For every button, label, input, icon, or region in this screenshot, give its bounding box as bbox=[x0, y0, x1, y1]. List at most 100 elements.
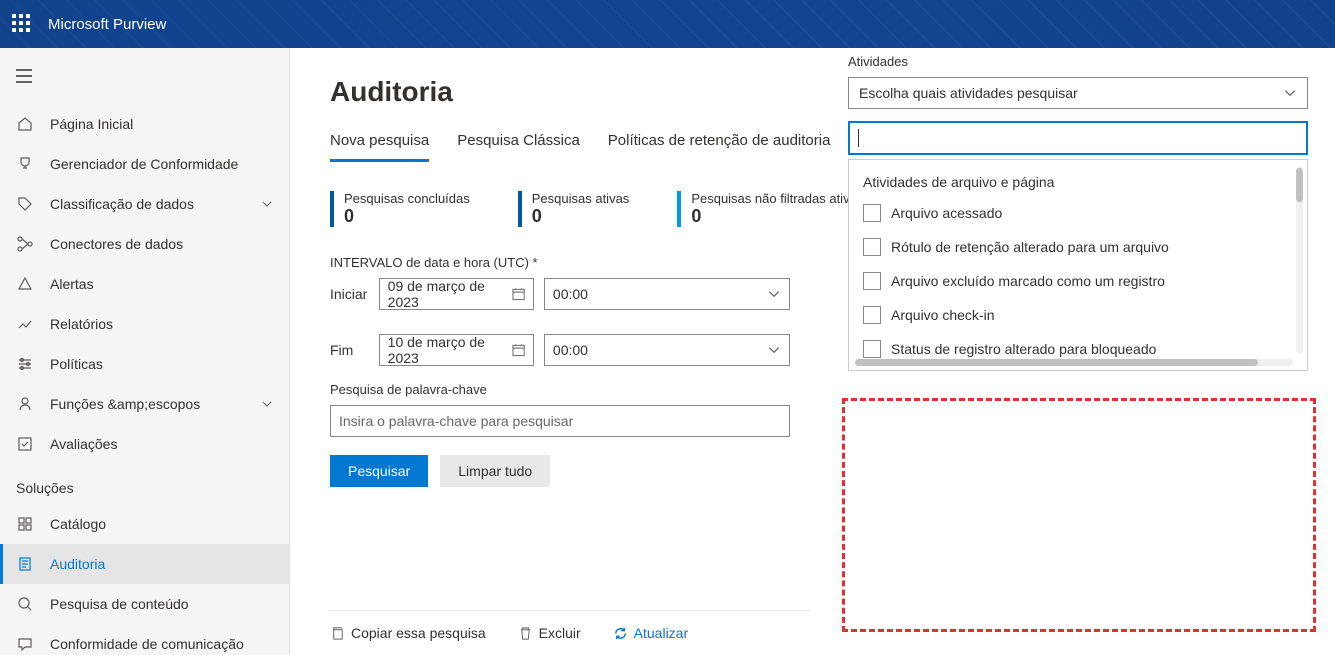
tab-new-search[interactable]: Nova pesquisa bbox=[330, 132, 429, 162]
sidebar-item-label: Avaliações bbox=[50, 436, 273, 452]
app-header: Microsoft Purview bbox=[0, 0, 1335, 48]
date-range-label: INTERVALO de data e hora (UTC) * bbox=[330, 255, 790, 270]
sidebar-item-data-class[interactable]: Classificação de dados bbox=[0, 184, 289, 224]
sidebar-item-label: Pesquisa de conteúdo bbox=[50, 596, 273, 612]
copy-search-button[interactable]: Copiar essa pesquisa bbox=[330, 625, 500, 641]
horizontal-scrollbar[interactable] bbox=[855, 359, 1293, 366]
start-date-input[interactable]: 09 de março de 2023 bbox=[379, 278, 534, 310]
refresh-button[interactable]: Atualizar bbox=[613, 625, 702, 641]
sidebar-item-assess[interactable]: Avaliações bbox=[0, 424, 289, 464]
start-label: Iniciar bbox=[330, 286, 369, 302]
tab-retention-policies[interactable]: Políticas de retenção de auditoria bbox=[608, 132, 831, 162]
sidebar: Página Inicial Gerenciador de Conformida… bbox=[0, 48, 290, 655]
stat-completed: Pesquisas concluídas 0 bbox=[330, 191, 470, 227]
sidebar-item-label: Funções &amp;escopos bbox=[50, 396, 261, 412]
tab-classic-search[interactable]: Pesquisa Clássica bbox=[457, 132, 580, 162]
chevron-down-icon bbox=[261, 198, 273, 210]
end-time-value: 00:00 bbox=[553, 342, 588, 358]
policies-icon bbox=[16, 355, 34, 373]
activities-select[interactable]: Escolha quais atividades pesquisar bbox=[848, 77, 1308, 109]
calendar-icon bbox=[512, 343, 525, 357]
checkbox[interactable] bbox=[863, 204, 881, 222]
stat-label: Pesquisas ativas bbox=[532, 191, 630, 206]
checkbox[interactable] bbox=[863, 272, 881, 290]
sidebar-item-comm-compliance[interactable]: Conformidade de comunicação bbox=[0, 624, 289, 655]
stat-active: Pesquisas ativas 0 bbox=[518, 191, 630, 227]
sidebar-item-policies[interactable]: Políticas bbox=[0, 344, 289, 384]
activities-dropdown: Atividades de arquivo e página Arquivo a… bbox=[848, 159, 1308, 371]
activity-option[interactable]: Arquivo check-in bbox=[849, 298, 1307, 332]
stat-unfiltered: Pesquisas não filtradas ativas 0 bbox=[677, 191, 863, 227]
connector-icon bbox=[16, 235, 34, 253]
hamburger-button[interactable] bbox=[0, 56, 48, 96]
reports-icon bbox=[16, 315, 34, 333]
brand-name: Microsoft Purview bbox=[48, 16, 166, 33]
vertical-scrollbar[interactable] bbox=[1296, 166, 1303, 354]
stat-label: Pesquisas não filtradas ativas bbox=[691, 191, 863, 206]
stat-value: 0 bbox=[344, 206, 470, 227]
activity-option-label: Status de registro alterado para bloquea… bbox=[891, 341, 1156, 357]
chevron-down-icon bbox=[1283, 86, 1297, 100]
checkbox[interactable] bbox=[863, 340, 881, 358]
app-launcher-icon[interactable] bbox=[12, 14, 32, 34]
assess-icon bbox=[16, 435, 34, 453]
catalog-icon bbox=[16, 515, 34, 533]
chevron-down-icon bbox=[767, 343, 781, 357]
stat-label: Pesquisas concluídas bbox=[344, 191, 470, 206]
activity-option-label: Rótulo de retenção alterado para um arqu… bbox=[891, 239, 1169, 255]
sidebar-item-home[interactable]: Página Inicial bbox=[0, 104, 289, 144]
sidebar-item-catalog[interactable]: Catálogo bbox=[0, 504, 289, 544]
search-icon bbox=[16, 595, 34, 613]
action-bar: Copiar essa pesquisa Excluir Atualizar bbox=[330, 610, 810, 641]
activities-panel: Atividades Escolha quais atividades pesq… bbox=[848, 54, 1308, 371]
copy-icon bbox=[330, 626, 345, 641]
start-time-input[interactable]: 00:00 bbox=[544, 278, 790, 310]
delete-button[interactable]: Excluir bbox=[518, 625, 595, 641]
activity-option-label: Arquivo excluído marcado como um registr… bbox=[891, 273, 1165, 289]
sidebar-item-label: Relatórios bbox=[50, 316, 273, 332]
keyword-placeholder: Insira o palavra-chave para pesquisar bbox=[339, 413, 573, 429]
end-time-input[interactable]: 00:00 bbox=[544, 334, 790, 366]
keyword-input[interactable]: Insira o palavra-chave para pesquisar bbox=[330, 405, 790, 437]
sidebar-item-compliance-mgr[interactable]: Gerenciador de Conformidade bbox=[0, 144, 289, 184]
end-date-input[interactable]: 10 de março de 2023 bbox=[379, 334, 534, 366]
text-cursor bbox=[858, 129, 859, 147]
sidebar-item-audit[interactable]: Auditoria bbox=[0, 544, 289, 584]
stat-value: 0 bbox=[532, 206, 630, 227]
activity-option[interactable]: Rótulo de retenção alterado para um arqu… bbox=[849, 230, 1307, 264]
sidebar-item-label: Catálogo bbox=[50, 516, 273, 532]
alert-icon bbox=[16, 275, 34, 293]
activities-label: Atividades bbox=[848, 54, 1308, 69]
activity-option-label: Arquivo check-in bbox=[891, 307, 995, 323]
chevron-down-icon bbox=[261, 398, 273, 410]
calendar-icon bbox=[512, 287, 525, 301]
activity-option[interactable]: Arquivo acessado bbox=[849, 196, 1307, 230]
refresh-icon bbox=[613, 626, 628, 641]
home-icon bbox=[16, 115, 34, 133]
sidebar-item-label: Classificação de dados bbox=[50, 196, 261, 212]
chevron-down-icon bbox=[767, 287, 781, 301]
sidebar-item-alerts[interactable]: Alertas bbox=[0, 264, 289, 304]
start-date-value: 09 de março de 2023 bbox=[388, 278, 512, 310]
comm-icon bbox=[16, 635, 34, 653]
activities-search-input[interactable] bbox=[848, 121, 1308, 155]
clear-button[interactable]: Limpar tudo bbox=[440, 455, 550, 487]
trash-icon bbox=[518, 626, 533, 641]
trophy-icon bbox=[16, 155, 34, 173]
sidebar-section-solutions: Soluções bbox=[0, 464, 289, 504]
search-button[interactable]: Pesquisar bbox=[330, 455, 428, 487]
activity-option[interactable]: Arquivo excluído marcado como um registr… bbox=[849, 264, 1307, 298]
end-label: Fim bbox=[330, 342, 369, 358]
sidebar-item-label: Políticas bbox=[50, 356, 273, 372]
checkbox[interactable] bbox=[863, 238, 881, 256]
end-date-value: 10 de março de 2023 bbox=[388, 334, 512, 366]
roles-icon bbox=[16, 395, 34, 413]
sidebar-item-roles[interactable]: Funções &amp;escopos bbox=[0, 384, 289, 424]
sidebar-item-reports[interactable]: Relatórios bbox=[0, 304, 289, 344]
sidebar-item-label: Auditoria bbox=[50, 556, 273, 572]
sidebar-item-data-conn[interactable]: Conectores de dados bbox=[0, 224, 289, 264]
sidebar-item-content-search[interactable]: Pesquisa de conteúdo bbox=[0, 584, 289, 624]
sidebar-item-label: Conformidade de comunicação bbox=[50, 636, 273, 652]
keyword-label: Pesquisa de palavra-chave bbox=[330, 382, 790, 397]
checkbox[interactable] bbox=[863, 306, 881, 324]
